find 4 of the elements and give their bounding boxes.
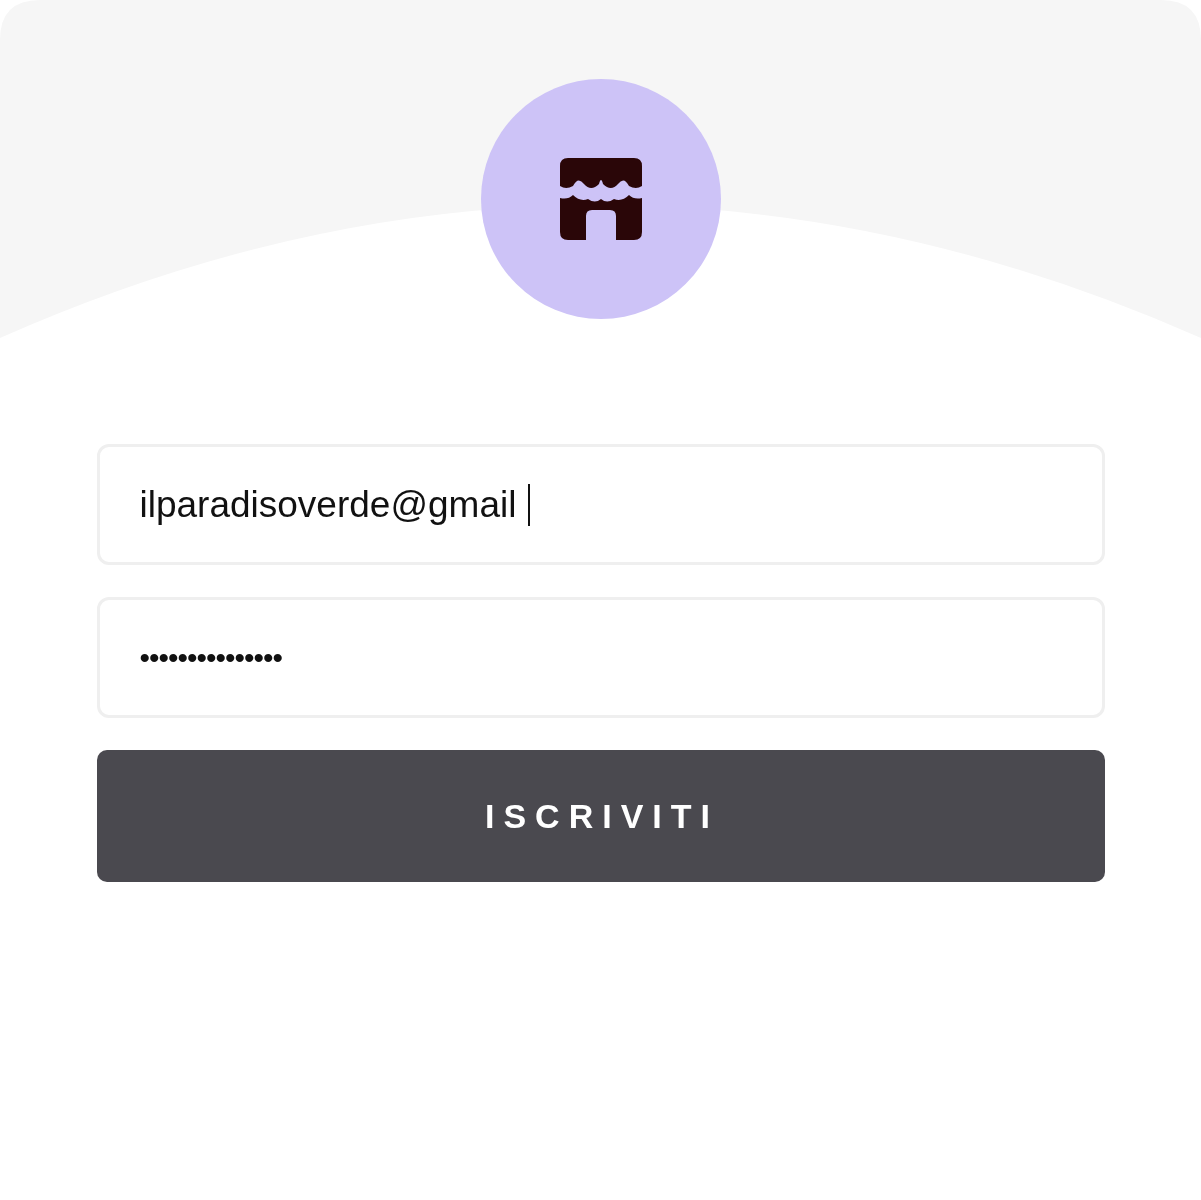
store-icon [559,158,642,240]
email-field[interactable]: ilparadisoverde@gmail [96,444,1105,565]
signup-button[interactable]: ISCRIVITI [96,750,1105,882]
password-field[interactable]: ••••••••••••••• [96,597,1105,718]
